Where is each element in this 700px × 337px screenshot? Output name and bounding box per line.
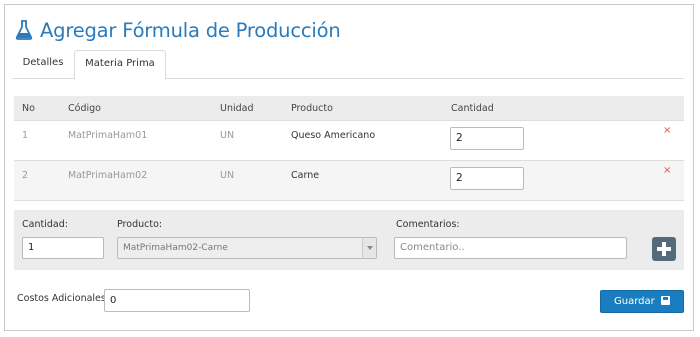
cell-unidad: UN [220,130,235,141]
producto-label: Producto: [117,219,163,230]
flask-icon [15,20,33,40]
tab-bar: Detalles Materia Prima [12,50,684,80]
add-material-button[interactable] [652,237,676,261]
header-no: No [22,103,35,114]
save-button[interactable]: Guardar [600,290,684,313]
producto-select[interactable]: MatPrimaHam02-Carne [117,237,377,259]
chevron-down-icon[interactable] [362,238,376,258]
quantity-input[interactable]: 2 [450,167,524,190]
cantidad-input[interactable]: 1 [22,237,104,259]
delete-row-icon[interactable]: × [663,125,671,136]
materials-table: No Código Unidad Producto Cantidad 1 Mat… [14,96,684,201]
costos-input[interactable]: 0 [104,289,250,312]
header-producto: Producto [291,103,333,114]
cell-codigo: MatPrimaHam02 [68,170,148,181]
page-title: Agregar Fórmula de Producción [40,18,341,42]
producto-selected-value: MatPrimaHam02-Carne [123,243,228,253]
cell-no: 2 [22,170,29,181]
table-header: No Código Unidad Producto Cantidad [14,96,684,121]
page-header: Agregar Fórmula de Producción [14,16,341,44]
floppy-disk-icon [660,296,670,305]
header-unidad: Unidad [220,103,254,114]
table-row: 2 MatPrimaHam02 UN Carne 2 × [14,161,684,201]
header-codigo: Código [68,103,101,114]
tab-materia-prima[interactable]: Materia Prima [74,50,166,80]
header-cantidad: Cantidad [451,103,494,114]
cell-producto: Carne [291,170,320,181]
delete-row-icon[interactable]: × [663,165,671,176]
quantity-input[interactable]: 2 [450,127,524,150]
save-button-label: Guardar [614,296,655,307]
cell-no: 1 [22,130,29,141]
cantidad-label: Cantidad: [22,219,68,230]
comentarios-label: Comentarios: [396,219,460,230]
cell-unidad: UN [220,170,235,181]
tab-detalles[interactable]: Detalles [16,50,70,79]
costos-label: Costos Adicionales: [17,293,110,304]
cell-producto: Queso Americano [291,130,376,141]
add-material-panel: Cantidad: 1 Producto: MatPrimaHam02-Carn… [14,210,684,270]
comentarios-input[interactable]: Comentario.. [394,237,627,259]
table-row: 1 MatPrimaHam01 UN Queso Americano 2 × [14,121,684,161]
cell-codigo: MatPrimaHam01 [68,130,148,141]
